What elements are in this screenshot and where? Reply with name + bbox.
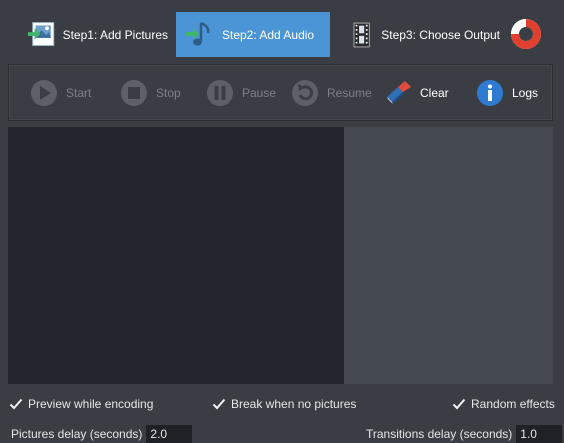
stop-button[interactable]: Stop <box>119 77 181 109</box>
break-when-no-pictures-checkbox[interactable]: Break when no pictures <box>212 397 356 411</box>
lifebuoy-icon[interactable] <box>508 16 544 52</box>
resume-label: Resume <box>327 86 372 100</box>
side-panel <box>344 127 553 384</box>
preview-area <box>8 127 344 384</box>
pause-icon <box>207 80 233 106</box>
tab-step1-add-pictures[interactable]: Step1: Add Pictures <box>18 12 168 57</box>
start-label: Start <box>66 86 92 100</box>
eraser-icon <box>387 81 411 104</box>
toolbar: Start Stop Pause Resume Clear Logs <box>8 64 553 121</box>
play-icon <box>31 80 57 106</box>
preview-while-encoding-label: Preview while encoding <box>28 397 154 411</box>
tab-step2-label: Step2: Add Audio <box>222 27 315 42</box>
checkmark-icon <box>212 398 226 410</box>
stop-label: Stop <box>156 86 181 100</box>
tab-step3-choose-output[interactable]: Step3: Choose Output <box>340 12 500 57</box>
add-pictures-icon <box>27 21 55 46</box>
pause-button[interactable]: Pause <box>205 77 276 109</box>
film-strip-icon <box>353 22 370 47</box>
step-tabs: Step1: Add Pictures Step2: Add Audio Ste… <box>0 0 564 64</box>
transitions-delay-field: Transitions delay (seconds) <box>366 425 563 443</box>
pictures-delay-input[interactable] <box>146 425 193 443</box>
pictures-delay-label: Pictures delay (seconds) <box>11 427 143 441</box>
preview-while-encoding-checkbox[interactable]: Preview while encoding <box>9 397 153 411</box>
stop-icon <box>121 80 147 106</box>
resume-icon <box>292 80 318 106</box>
tab-step1-label: Step1: Add Pictures <box>62 27 168 42</box>
tab-step2-add-audio[interactable]: Step2: Add Audio <box>176 12 330 57</box>
logs-button[interactable]: Logs <box>475 77 538 109</box>
tab-step3-label: Step3: Choose Output <box>381 27 500 42</box>
resume-button[interactable]: Resume <box>290 77 372 109</box>
add-audio-icon <box>186 21 210 45</box>
start-button[interactable]: Start <box>29 77 91 109</box>
clear-label: Clear <box>420 86 449 100</box>
clear-button[interactable]: Clear <box>383 77 449 109</box>
checkmark-icon <box>452 398 466 410</box>
info-icon <box>477 80 503 106</box>
transitions-delay-label: Transitions delay (seconds) <box>366 427 513 441</box>
random-effects-label: Random effects <box>471 397 555 411</box>
random-effects-checkbox[interactable]: Random effects <box>452 397 555 411</box>
transitions-delay-input[interactable] <box>516 425 563 443</box>
pause-label: Pause <box>242 86 277 100</box>
pictures-delay-field: Pictures delay (seconds) <box>11 425 193 443</box>
checkmark-icon <box>9 398 23 410</box>
logs-label: Logs <box>512 86 539 100</box>
break-when-no-pictures-label: Break when no pictures <box>231 397 357 411</box>
